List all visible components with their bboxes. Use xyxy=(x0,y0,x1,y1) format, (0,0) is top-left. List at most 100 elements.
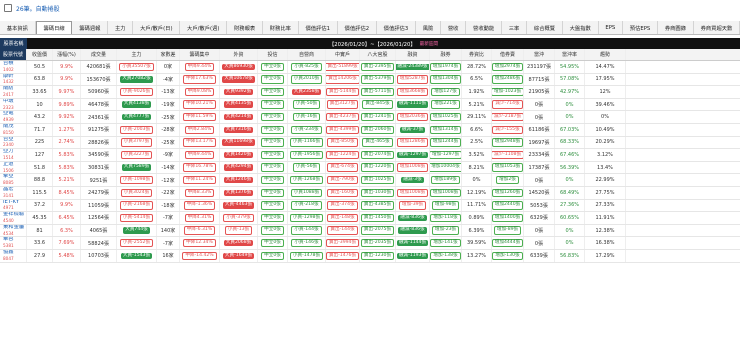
tab-15[interactable]: 綜合概覽 xyxy=(527,21,563,34)
auto-scroll-checkbox[interactable] xyxy=(4,4,12,12)
cell-value: 賣出-148張 xyxy=(327,213,358,223)
cell-value: 13.27% xyxy=(466,252,487,259)
stock-name-cell[interactable]: 台積 1402 xyxy=(0,61,27,73)
col-header-13[interactable]: 融券 xyxy=(430,49,462,60)
col-header-6[interactable]: 籌碼集中 xyxy=(180,49,220,60)
cell-value: 小買-16張 xyxy=(292,112,321,122)
cell-趨勢: 10.49% xyxy=(585,123,626,136)
cell-收盤價: 127 xyxy=(27,149,53,161)
cell-外資: 大買4294張 xyxy=(220,161,258,174)
table-row[interactable]: 亞電 4939 43.2 9.92% 24361張 大買4777張 -25家 中降11.59%… xyxy=(0,111,740,124)
cell-value: 賣出-4385張 xyxy=(360,201,395,210)
stock-code: 4534 xyxy=(3,230,14,236)
tab-19[interactable]: 券商圖錄 xyxy=(658,21,694,34)
tab-17[interactable]: EPS xyxy=(598,21,624,34)
table-row[interactable]: 南紡 2417 33.65 9.97% 50960張 小買-9026張 -13家 中降9.08… xyxy=(0,86,740,99)
stock-name-cell[interactable]: 中環 2323 xyxy=(0,98,27,111)
stock-name-cell[interactable]: IET-KY 4971 xyxy=(0,199,27,212)
stock-name-cell[interactable]: 南茂 8150 xyxy=(0,123,27,136)
tab-20[interactable]: 券商買超天數 xyxy=(693,21,740,34)
col-header-5[interactable]: 家數差 xyxy=(157,49,180,60)
stock-name-cell[interactable]: 亞電 4939 xyxy=(0,111,27,123)
col-header-18[interactable]: 趨勢 xyxy=(585,49,626,60)
stock-name-cell[interactable]: 正道 1506 xyxy=(0,161,27,174)
cell-融券: 增加221張 xyxy=(430,98,462,111)
col-header-7[interactable]: 外資 xyxy=(220,49,258,60)
table-row[interactable]: 台亞 2340 225 2.74% 28826張 小買3797張 -25家 中降13.17% 大… xyxy=(0,136,740,150)
stock-name-cell[interactable]: 康軒 1432 xyxy=(0,73,27,86)
col-header-14[interactable]: 券資比 xyxy=(462,49,492,60)
table-row[interactable]: 晶宏 3141 115.5 8.45% 24279張 小買3024張 -22家 中降8.33%… xyxy=(0,186,740,200)
cell-value: 融減-836張 xyxy=(398,227,427,234)
tab-18[interactable]: 預估EPS xyxy=(623,21,659,34)
tab-5[interactable]: 大戶/散戶(週) xyxy=(180,21,228,34)
stock-name-cell[interactable]: 晶宏 3141 xyxy=(0,186,27,199)
stock-name-cell[interactable]: 華容 5381 xyxy=(0,237,27,249)
col-header-15[interactable]: 借券賣 xyxy=(492,49,524,60)
cell-趨勢: 20.29% xyxy=(585,136,626,149)
cell-籌碼集中: 中降12.34% xyxy=(180,237,220,249)
date-range-row: 股票名稱 【2026/01/20】~【2026/01/20】 最新區間 xyxy=(0,38,740,49)
col-header-9[interactable]: 自營商 xyxy=(288,49,326,60)
tab-14[interactable]: 三率 xyxy=(501,21,528,34)
tab-10[interactable]: 價值評估3 xyxy=(376,21,416,34)
cell-value: 中降11.24% xyxy=(183,175,216,185)
col-header-3[interactable]: 成交量 xyxy=(81,49,117,60)
cell-融資: 增加1008張 xyxy=(396,161,430,174)
cell-家數差: -22家 xyxy=(157,186,180,199)
col-header-0[interactable]: 股票代號 xyxy=(0,49,27,60)
stock-name-cell[interactable]: 東和金屬 4534 xyxy=(0,224,27,237)
cell-value: 中立0張 xyxy=(261,150,284,160)
tab-0[interactable]: 基本資訊 xyxy=(0,21,36,34)
table-row[interactable]: 台積 1402 50.5 9.9% 420681張 小買35507張 0家 中降9.44% 大買… xyxy=(0,61,740,74)
cell-自營商: 大買2358張 xyxy=(288,86,326,98)
tab-3[interactable]: 主力 xyxy=(108,21,134,34)
cell-value: 5.83% xyxy=(58,151,75,158)
cell-value: 0% xyxy=(565,114,574,121)
col-header-2[interactable]: 漲幅(%) xyxy=(53,49,81,60)
col-header-8[interactable]: 投信 xyxy=(258,49,288,60)
cell-value: 27.75% xyxy=(595,189,615,196)
table-row[interactable]: 華容 5381 33.6 7.69% 58824張 小買-2552張 -7家 中降12.34%… xyxy=(0,237,740,250)
tab-6[interactable]: 財務報表 xyxy=(227,21,263,34)
col-header-11[interactable]: 八大官股 xyxy=(360,49,396,60)
cell-value: 28.72% xyxy=(466,63,487,70)
col-header-1[interactable]: 收盤價 xyxy=(27,49,53,60)
tab-12[interactable]: 營收 xyxy=(441,21,467,34)
col-header-10[interactable]: 中實戶 xyxy=(326,49,360,60)
tab-4[interactable]: 大戶/散戶(日) xyxy=(133,21,181,34)
table-row[interactable]: 南茂 8150 71.7 1.27% 91275張 小買-2003張 -28家 中降2.84%… xyxy=(0,123,740,137)
tab-9[interactable]: 價值評估2 xyxy=(337,21,377,34)
table-row[interactable]: 亞力 1514 127 5.83% 34590張 小買3227張 -9家 中降9.44% 大買1… xyxy=(0,149,740,162)
stock-name-cell[interactable]: 南紡 2417 xyxy=(0,86,27,98)
stock-name-cell[interactable]: 擎亞 8085 xyxy=(0,174,27,186)
table-row[interactable]: 協鑫 8047 27.9 5.48% 10703張 大買-1543張 16家 中降-14.42… xyxy=(0,249,740,263)
tab-1[interactable]: 籌碼日線 xyxy=(35,21,73,34)
cell-value: -13家 xyxy=(161,89,175,96)
stock-name-cell[interactable]: 協鑫 8047 xyxy=(0,249,27,262)
col-header-16[interactable]: 當沖 xyxy=(524,49,555,60)
tab-13[interactable]: 營收動能 xyxy=(466,21,502,34)
table-row[interactable]: 中環 2323 10 9.89% 46478張 大買4138張 -19家 中降10.21% 大買… xyxy=(0,98,740,112)
tab-8[interactable]: 價值評估1 xyxy=(298,21,338,34)
cell-value: 賣出-1230張 xyxy=(360,251,395,260)
stock-name-cell[interactable]: 台亞 2340 xyxy=(0,136,27,149)
table-row[interactable]: 康軒 1432 63.8 9.9% 153670張 大買27082張 -4家 中降17.63%… xyxy=(0,73,740,87)
table-row[interactable]: 東和金屬 4534 81 6.3% 4065張 大買744張 140家 中降-6.31% 小買-… xyxy=(0,224,740,238)
col-header-17[interactable]: 當沖率 xyxy=(555,49,585,60)
table-row[interactable]: 正道 1506 51.8 5.83% 30831張 大買7589張 -14家 中降16.78%… xyxy=(0,161,740,175)
table-row[interactable]: 擎亞 8085 88.8 5.21% 9251張 小買-1098張 -12家 中降11.24%… xyxy=(0,174,740,187)
cell-value: 42.97% xyxy=(559,88,580,95)
table-row[interactable]: IET-KY 4971 37.2 9.9% 11059張 小買-2168張 -18家 中降-1… xyxy=(0,199,740,213)
cell-value: 增加-141張 xyxy=(430,238,461,248)
cell-當沖率: 57.08% xyxy=(555,73,585,86)
stock-name-cell[interactable]: 金祥檢驗 4540 xyxy=(0,212,27,224)
col-header-4[interactable]: 主力 xyxy=(117,49,157,60)
stock-name-cell[interactable]: 亞力 1514 xyxy=(0,149,27,161)
tab-7[interactable]: 財務比率 xyxy=(262,21,299,34)
tab-2[interactable]: 籌碼週報 xyxy=(72,21,109,34)
tab-11[interactable]: 風險 xyxy=(415,21,442,34)
tab-16[interactable]: 大盤指數 xyxy=(562,21,599,34)
table-row[interactable]: 金祥檢驗 4540 45.35 6.45% 12564張 小買-5414張 -7家 中降4.3… xyxy=(0,212,740,225)
col-header-12[interactable]: 融資 xyxy=(396,49,430,60)
